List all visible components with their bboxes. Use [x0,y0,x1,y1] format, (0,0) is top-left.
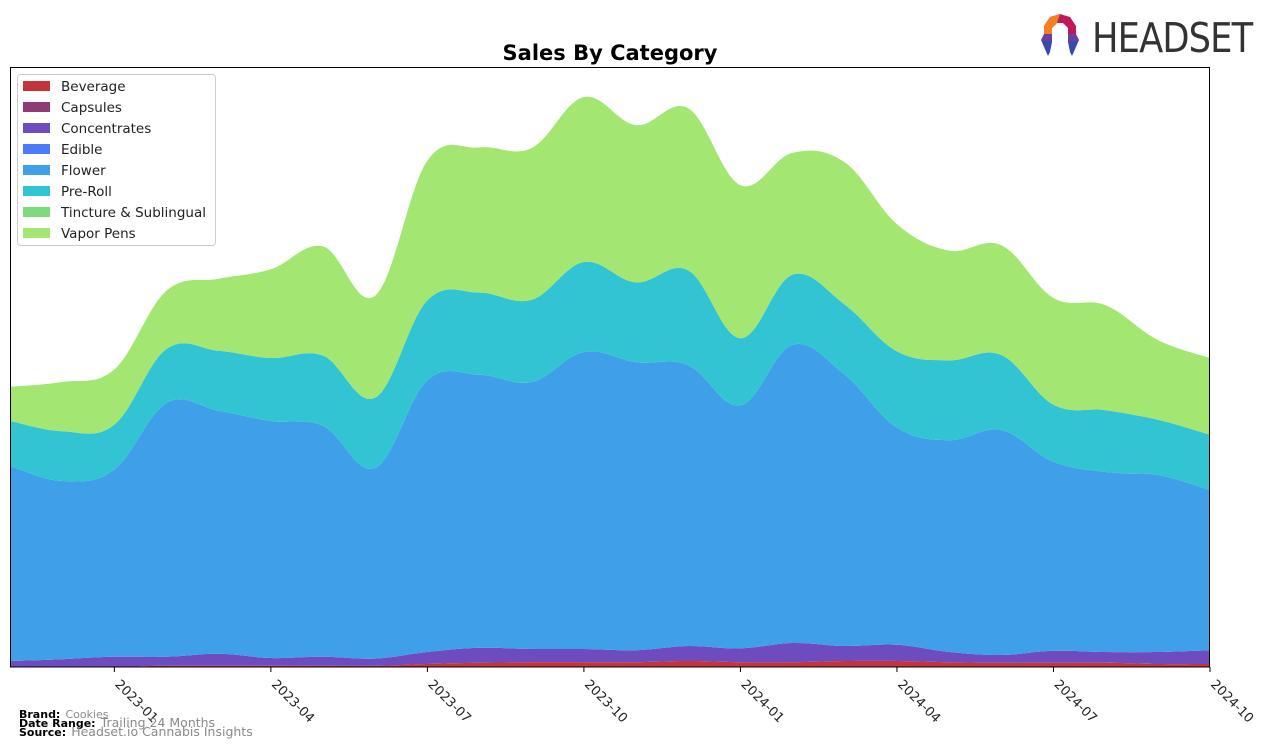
legend: Beverage Capsules Concentrates Edible Flower… [17,74,216,246]
headset-logo-icon [1041,14,1079,56]
legend-label: Edible [61,142,102,158]
legend-swatch [23,207,50,217]
legend-label: Vapor Pens [61,226,136,242]
legend-swatch [23,228,50,238]
legend-label: Capsules [61,100,122,116]
legend-label: Flower [61,163,106,179]
legend-swatch [23,165,50,175]
legend-label: Beverage [61,79,126,95]
x-tick-label: 2023-04 [268,677,317,726]
headset-logo-text: HEADSET [1092,14,1253,62]
legend-label: Tincture & Sublingual [60,205,206,221]
sales-by-category-chart: Sales By Category 2023-01 2023-04 2023-07 2… [10,41,1256,726]
legend-swatch [23,123,50,133]
x-axis: 2023-01 2023-04 2023-07 2023-10 2024-01 2024-… [112,667,1256,726]
x-tick-label: 2024-10 [1207,677,1256,726]
legend-swatch [23,81,50,91]
source-value: Headset.io Cannabis Insights [71,724,253,739]
x-tick-label: 2024-01 [738,677,787,726]
source-label: Source: [19,726,67,739]
x-tick-label: 2023-10 [581,677,630,726]
legend-label: Pre-Roll [61,184,112,200]
x-tick-label: 2023-07 [425,677,474,726]
legend-label: Concentrates [61,121,151,137]
x-tick-label: 2024-07 [1051,677,1100,726]
legend-swatch [23,102,50,112]
chart-title: Sales By Category [503,41,718,65]
footer-source: Source: Headset.io Cannabis Insights [19,724,253,739]
legend-swatch [23,144,50,154]
headset-logo: HEADSET [1036,12,1264,62]
x-tick-label: 2024-04 [894,677,943,726]
legend-swatch [23,186,50,196]
